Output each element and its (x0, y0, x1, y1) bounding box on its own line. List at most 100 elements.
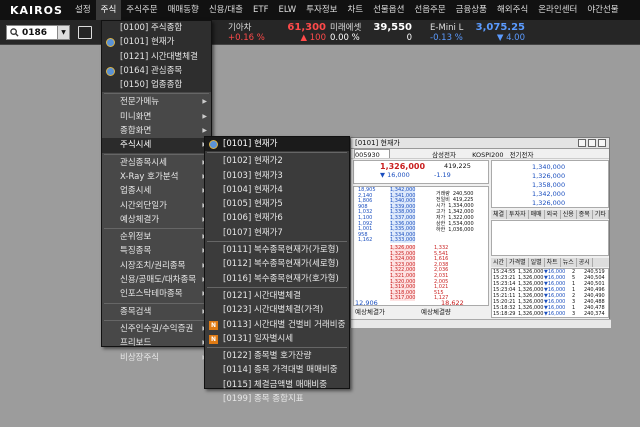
menu-item-12[interactable]: 해외주식 (492, 0, 533, 20)
ticker-kia[interactable]: 기아차 +0.16 % (228, 23, 265, 43)
quote-menu-item[interactable]: [0114] 종목 가격대별 매매비중 (205, 363, 349, 377)
menu-item-8[interactable]: 차트 (342, 0, 368, 20)
tab-5[interactable]: 종목 (577, 210, 593, 219)
submenu-item[interactable]: 특징종목▶ (102, 244, 211, 258)
quote-menu-item[interactable]: [0199] 종목 종합지표 (205, 392, 349, 406)
tab-2[interactable]: 매매 (529, 210, 545, 219)
submenu-item[interactable]: 비상장주식▶ (102, 351, 211, 365)
submenu-item[interactable]: 관심종목시세▶ (102, 156, 211, 170)
app-logo[interactable]: KAIROS (0, 0, 70, 20)
ticker-mirae[interactable]: 미래에셋 0.00 % (330, 23, 361, 43)
quote-menu-item[interactable]: [0115] 체결금액별 매매비중 (205, 378, 349, 392)
menu-item-9[interactable]: 선물옵션 (368, 0, 409, 20)
menu-item-label: 종합화면 (120, 126, 152, 137)
submenu-item[interactable]: 신용/공매도/대차종목▶ (102, 273, 211, 287)
tab-2[interactable]: 일별 (529, 258, 545, 267)
tab-3[interactable]: 차트 (545, 258, 561, 267)
submenu-item[interactable]: 프리보드▶ (102, 336, 211, 350)
quick-menu-item[interactable]: [0164] 관심종목 (102, 64, 211, 78)
new-badge-icon: N (209, 320, 218, 330)
divider (104, 153, 209, 155)
submenu-item[interactable]: 주식시세▶ (102, 138, 211, 153)
quick-menu-item[interactable]: [0121] 시간대별체결 (102, 50, 211, 64)
menu-item-label: [0101] 현재가 (223, 139, 278, 149)
menu-item-label: [0150] 업종종합 (120, 80, 183, 91)
menu-item-0[interactable]: 설정 (70, 0, 96, 20)
submenu-item[interactable]: 인포스탁테마종목▶ (102, 287, 211, 301)
ticker-name: 기아차 (228, 23, 252, 33)
ticker-emini[interactable]: E-Mini L -0.13 % (430, 23, 463, 43)
tab-0[interactable]: 체결 (491, 210, 508, 219)
info-value: 1,326,000 (532, 172, 566, 180)
quote-menu-item[interactable]: [0112] 복수종목현재가(세로형) (205, 257, 349, 271)
quote-menu-item[interactable]: N [0113] 시간대별 건별비 거래비중 (205, 318, 349, 332)
submenu-item[interactable]: 종합화면 ▶ (102, 124, 211, 138)
submenu-item[interactable]: 시간외단일가▶ (102, 199, 211, 213)
quote-menu-item[interactable]: [0103] 현재가3 (205, 169, 349, 183)
menu-item-14[interactable]: 야간선물 (582, 0, 623, 20)
quick-menu-item[interactable]: [0101] 현재가 (102, 35, 211, 49)
menu-item-3[interactable]: 매매동향 (163, 0, 204, 20)
tab-1[interactable]: 투자자 (507, 210, 529, 219)
menu-item-label: [0122] 종목별 호가잔량 (223, 351, 312, 362)
submenu-item[interactable]: 시장조치/권리종목▶ (102, 259, 211, 273)
ticker-change-pct: +0.16 % (228, 33, 265, 43)
quote-menu-item[interactable]: [0106] 현재가6 (205, 211, 349, 225)
submenu-item[interactable]: 순위정보▶ (102, 230, 211, 244)
quote-menu-item[interactable]: [0116] 복수종목현재가(호가형) (205, 272, 349, 286)
menu-item-7[interactable]: 투자정보 (301, 0, 342, 20)
quote-menu-item[interactable]: [0111] 복수종목현재가(가로형) (205, 243, 349, 257)
window-code-input[interactable]: 005930 (354, 149, 390, 158)
submenu-item[interactable]: 미니화면 ▶ (102, 110, 211, 124)
tab-1[interactable]: 가격별 (507, 258, 529, 267)
minimize-icon[interactable] (578, 139, 586, 147)
tab-6[interactable]: 기타 (593, 210, 609, 219)
menu-item-label: X-Ray 호가분석 (120, 171, 179, 182)
quick-menu-item[interactable]: [0150] 업종종합 (102, 78, 211, 92)
submenu-item[interactable]: 종목검색▶ (102, 305, 211, 319)
quick-menu-item[interactable]: [0100] 주식종합 (102, 21, 211, 35)
menu-item-13[interactable]: 온라인센터 (533, 0, 582, 20)
stock-code-input[interactable]: 0186 ▼ (6, 25, 70, 40)
divider (207, 241, 347, 243)
quote-menu-item[interactable]: [0123] 시간대별체결(가격) (205, 303, 349, 317)
menu-item-label: 프리보드 (120, 338, 152, 349)
divider (104, 228, 209, 230)
quote-menu-item[interactable]: [0104] 현재가4 (205, 183, 349, 197)
new-badge-icon: N (209, 334, 218, 344)
stock-code-value: 0186 (22, 27, 48, 38)
menu-item-11[interactable]: 금융상품 (451, 0, 492, 20)
quote-menu-item[interactable]: [0101] 현재가 (205, 137, 349, 152)
tab-0[interactable]: 시간 (491, 258, 508, 267)
submenu-item[interactable]: 업종시세▶ (102, 184, 211, 198)
window-title-bar[interactable]: [0101] 현재가 (351, 138, 609, 149)
maximize-icon[interactable] (588, 139, 596, 147)
quote-menu-item[interactable]: [0102] 현재가2 (205, 154, 349, 168)
ask-row[interactable]: 1,162 1,333,000 (354, 237, 488, 244)
edit-screen-icon[interactable] (78, 26, 92, 39)
quote-menu-item[interactable]: [0122] 종목별 호가잔량 (205, 349, 349, 363)
tab-3[interactable]: 외국 (545, 210, 561, 219)
menu-item-4[interactable]: 신용/대출 (204, 0, 248, 20)
quote-menu-item[interactable]: N [0131] 일자별시세 (205, 332, 349, 346)
tab-5[interactable]: 공시 (577, 258, 593, 267)
submenu-item[interactable]: 예상체결가▶ (102, 213, 211, 227)
chevron-down-icon[interactable]: ▼ (57, 26, 69, 39)
menu-item-6[interactable]: ELW (273, 0, 301, 20)
quote-menu-item[interactable]: [0121] 시간대별체결 (205, 289, 349, 303)
tab-4[interactable]: 뉴스 (561, 258, 577, 267)
menu-item-5[interactable]: ETF (248, 0, 273, 20)
menu-item-1[interactable]: 주식 (95, 0, 122, 20)
menu-item-10[interactable]: 선옵주문 (409, 0, 450, 20)
quote-menu-item[interactable]: [0105] 현재가5 (205, 197, 349, 211)
submenu-item[interactable]: X-Ray 호가분석▶ (102, 170, 211, 184)
ticker-change-pct: -0.13 % (430, 33, 463, 43)
submenu-item[interactable]: 신주인수권/수익증권▶ (102, 322, 211, 336)
close-icon[interactable] (598, 139, 606, 147)
menu-item-2[interactable]: 주식주문 (121, 0, 162, 20)
quote-menu-item[interactable]: [0107] 현재가7 (205, 226, 349, 240)
tab-4[interactable]: 신용 (561, 210, 577, 219)
window-index-tag: KOSPI200 (472, 151, 504, 159)
submenu-item[interactable]: 전문가메뉴 ▶ (102, 95, 211, 109)
menu-item-label: 주식시세 (120, 140, 152, 151)
